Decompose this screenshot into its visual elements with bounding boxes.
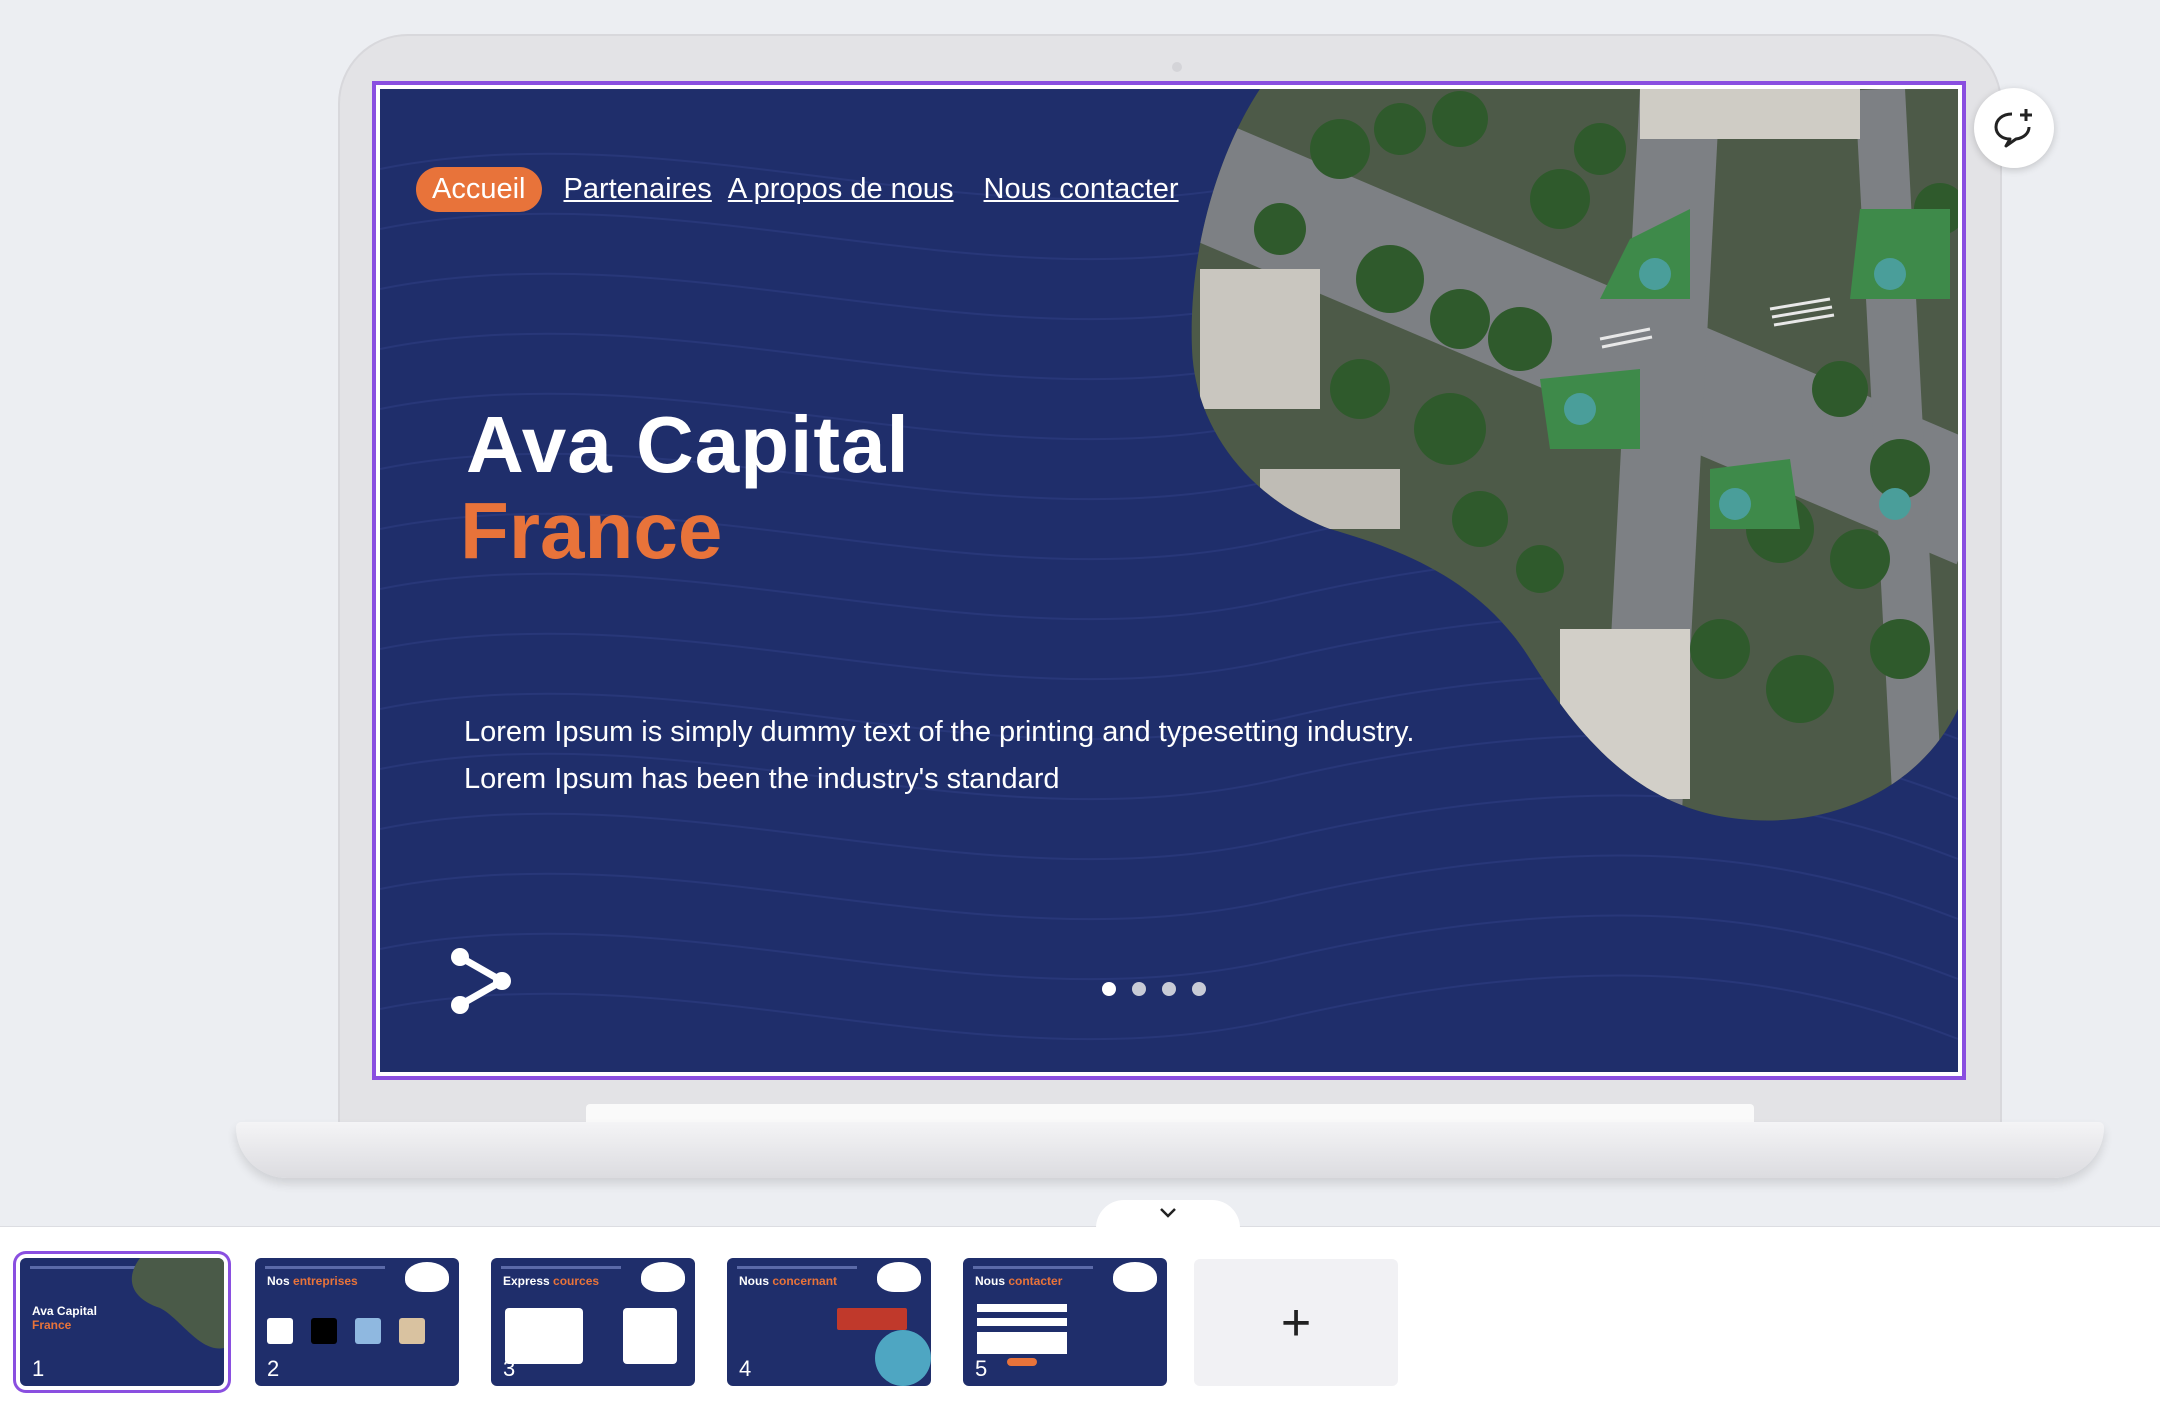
thumb-number: 1	[32, 1356, 45, 1381]
slide-thumbnail-1[interactable]: Ava Capital France 1	[20, 1258, 224, 1386]
nav-home[interactable]: Accueil	[416, 167, 542, 212]
thumb-title: Nous contacter	[975, 1274, 1063, 1288]
thumb-cards	[267, 1318, 425, 1344]
slide-thumbnail-5[interactable]: Nous contacter 5	[963, 1258, 1167, 1386]
thumb-number: 2	[267, 1356, 280, 1381]
pagination-dot-2[interactable]	[1132, 982, 1146, 996]
thumb-title: Nous concernant	[739, 1274, 838, 1288]
slide-pagination	[1102, 982, 1206, 996]
thumb-logo	[1113, 1262, 1157, 1292]
laptop-camera	[1172, 62, 1182, 72]
pagination-dot-3[interactable]	[1162, 982, 1176, 996]
slide-thumbnail-4[interactable]: Nous concernant 4	[727, 1258, 931, 1386]
thumb-card	[505, 1308, 583, 1364]
pagination-dot-1[interactable]	[1102, 982, 1116, 996]
thumb-title: Nos entreprises	[267, 1274, 358, 1288]
thumb-logo	[877, 1262, 921, 1292]
chevron-down-icon[interactable]	[1158, 1206, 1178, 1220]
slide-nav: Accueil Partenaires A propos de nous Nou…	[416, 167, 1195, 212]
slide-thumbnail-3[interactable]: Express cources 3	[491, 1258, 695, 1386]
slide-subtitle: France	[460, 486, 723, 575]
nav-contact[interactable]: Nous contacter	[984, 173, 1179, 206]
slide-title: Ava Capital	[466, 400, 910, 489]
slide-canvas[interactable]: Accueil Partenaires A propos de nous Nou…	[380, 89, 1958, 1072]
thumb-logo	[641, 1262, 685, 1292]
add-comment-icon	[1994, 109, 2032, 148]
thumb-title: Ava Capital France	[32, 1304, 97, 1332]
laptop-hinge	[586, 1104, 1754, 1124]
share-icon[interactable]	[448, 945, 514, 1017]
add-slide-button[interactable]: +	[1194, 1259, 1398, 1386]
thumb-logo	[405, 1262, 449, 1292]
thumb-nav	[265, 1266, 385, 1269]
thumb-nav	[737, 1266, 857, 1269]
add-comment-button[interactable]	[1974, 88, 2054, 168]
nav-partners[interactable]: Partenaires	[564, 173, 712, 206]
thumb-aerial-image	[131, 1258, 224, 1349]
pagination-dot-4[interactable]	[1192, 982, 1206, 996]
thumb-globe	[875, 1330, 931, 1386]
nav-about[interactable]: A propos de nous	[728, 173, 954, 206]
thumb-number: 5	[975, 1356, 988, 1381]
laptop-base	[236, 1122, 2104, 1178]
thumb-number: 4	[739, 1356, 752, 1381]
aerial-city-image	[1191, 89, 1958, 821]
slide-body-text: Lorem Ipsum is simply dummy text of the …	[464, 716, 1415, 795]
slide-thumbnail-2[interactable]: Nos entreprises 2	[255, 1258, 459, 1386]
thumb-card	[623, 1308, 677, 1364]
thumb-banner	[837, 1308, 907, 1330]
thumb-title: Express cources	[503, 1274, 600, 1288]
plus-icon: +	[1280, 1293, 1312, 1352]
thumb-form	[977, 1304, 1067, 1370]
thumb-nav	[973, 1266, 1093, 1269]
thumb-number: 3	[503, 1356, 516, 1381]
thumb-nav	[501, 1266, 621, 1269]
